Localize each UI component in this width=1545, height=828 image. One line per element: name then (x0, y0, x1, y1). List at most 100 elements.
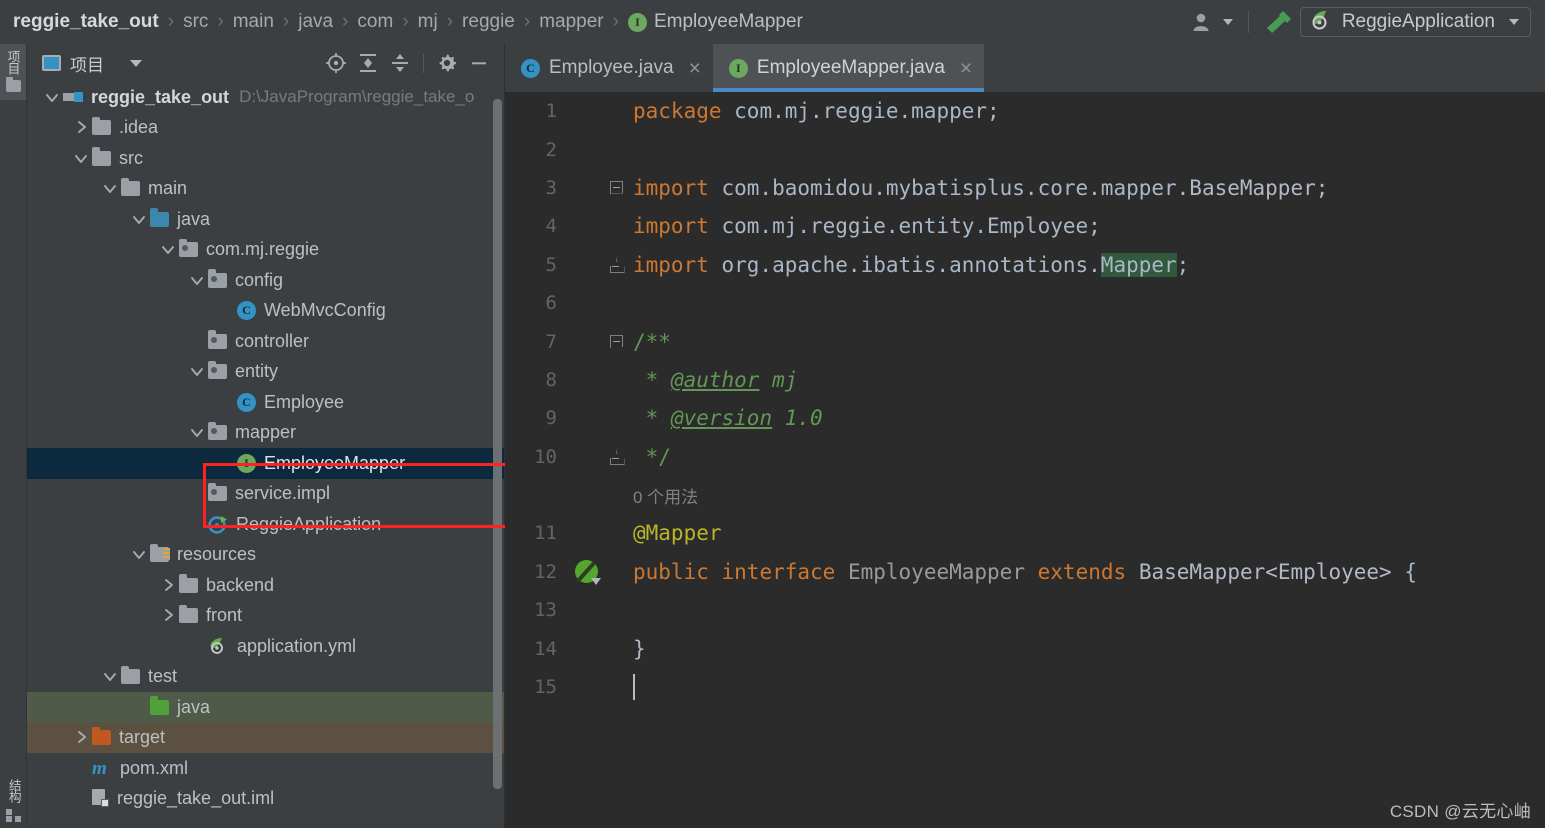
test-source-folder-icon (150, 696, 169, 715)
tree-node-reggieapplication[interactable]: ReggieApplication (27, 509, 505, 540)
breadcrumb-item-reggie-take-out[interactable]: reggie_take_out (13, 11, 159, 33)
locate-in-tree-icon[interactable] (320, 48, 352, 78)
tree-node-config[interactable]: config (27, 265, 505, 296)
people-icon[interactable] (1186, 7, 1239, 37)
tree-node-label: test (148, 666, 178, 687)
project-panel-scrollbar[interactable] (493, 99, 502, 789)
chevron-down-icon[interactable] (99, 180, 121, 197)
breadcrumb-item-mapper[interactable]: mapper (539, 11, 603, 33)
tool-strip-project-button[interactable]: 项目 (0, 44, 26, 100)
fold-gutter[interactable] (605, 258, 627, 272)
chevron-down-icon[interactable] (128, 546, 150, 563)
interface-icon: I (728, 58, 748, 78)
breadcrumb-item-mj[interactable]: mj (418, 11, 438, 33)
tree-node-reggie-take-out-iml[interactable]: reggie_take_out.iml (27, 784, 505, 815)
tree-node--idea[interactable]: .idea (27, 113, 505, 144)
project-panel-header: 项目 (27, 44, 505, 82)
fold-gutter[interactable] (605, 335, 627, 349)
close-icon[interactable]: × (960, 58, 972, 79)
project-tree[interactable]: reggie_take_out D:\JavaProgram\reggie_tak… (27, 82, 505, 828)
chevron-down-icon[interactable] (186, 424, 208, 441)
settings-gear-icon[interactable] (431, 48, 463, 78)
tree-node-test[interactable]: test (27, 662, 505, 693)
tree-node-pom-xml[interactable]: m pom.xml (27, 753, 505, 784)
chevron-right-icon[interactable] (70, 119, 92, 136)
tree-node-com-mj-reggie[interactable]: com.mj.reggie (27, 235, 505, 266)
fold-collapse-icon[interactable] (609, 335, 623, 349)
tree-node-src[interactable]: src (27, 143, 505, 174)
fold-gutter[interactable] (605, 450, 627, 464)
line-number: 4 (545, 215, 557, 238)
chevron-down-icon[interactable] (186, 363, 208, 380)
breadcrumb-item-java[interactable]: java (298, 11, 333, 33)
chevron-down-icon[interactable] (99, 668, 121, 685)
tree-node-employee[interactable]: C Employee (27, 387, 505, 418)
tree-node-backend[interactable]: backend (27, 570, 505, 601)
chevron-down-icon[interactable] (186, 272, 208, 289)
editor-tab-employee-java[interactable]: C Employee.java × (505, 44, 713, 92)
close-icon[interactable]: × (689, 58, 701, 79)
package-icon (208, 360, 227, 380)
tree-node-main[interactable]: main (27, 174, 505, 205)
code-token: interface (721, 559, 836, 584)
panel-splitter[interactable] (504, 44, 505, 828)
fold-end-icon[interactable] (610, 450, 623, 463)
editor-tab-label: EmployeeMapper.java (756, 57, 945, 78)
breadcrumb-separator: › (282, 11, 290, 32)
tree-node-label: service.impl (235, 483, 331, 504)
hide-panel-icon[interactable] (463, 48, 495, 78)
mybatis-mapper-icon[interactable] (567, 560, 605, 586)
fold-collapse-icon[interactable] (609, 181, 623, 195)
tree-node-application-yml[interactable]: application.yml (27, 631, 505, 662)
line-number: 14 (534, 637, 557, 660)
collapse-all-icon[interactable] (384, 48, 416, 78)
tree-node-controller[interactable]: controller (27, 326, 505, 357)
editor-tab-employeemapper-java[interactable]: I EmployeeMapper.java × (712, 44, 985, 92)
usages-count-label[interactable]: 0 个用法 (633, 488, 698, 507)
tree-node-mapper[interactable]: mapper (27, 418, 505, 449)
line-number: 2 (545, 138, 557, 161)
chevron-down-icon[interactable] (128, 211, 150, 228)
tree-node-resources[interactable]: resources (27, 540, 505, 571)
breadcrumb-item-src[interactable]: src (183, 11, 208, 33)
code-line-row: 9 * @version 1.0 (505, 399, 1545, 437)
tree-node-webmvcconfig[interactable]: C WebMvcConfig (27, 296, 505, 327)
code-token: @Mapper (633, 521, 722, 546)
tree-node-reggie-take-out[interactable]: reggie_take_out D:\JavaProgram\reggie_tak… (27, 82, 505, 113)
fold-gutter[interactable] (605, 181, 627, 195)
code-editor[interactable]: 1 package com.mj.reggie.mapper; 2 3 import c… (505, 92, 1545, 828)
tree-node-service-impl[interactable]: service.impl (27, 479, 505, 510)
chevron-down-icon[interactable] (157, 241, 179, 258)
breadcrumb-item-com[interactable]: com (357, 11, 393, 33)
expand-all-icon[interactable] (352, 48, 384, 78)
chevron-right-icon[interactable] (157, 577, 179, 594)
tree-node-label: ReggieApplication (236, 513, 382, 534)
chevron-right-icon[interactable] (70, 729, 92, 746)
project-view-icon (42, 55, 61, 71)
chevron-down-icon[interactable] (70, 150, 92, 167)
code-line-row: 4 import com.mj.reggie.entity.Employee; (505, 207, 1545, 245)
tree-node-employeemapper[interactable]: I EmployeeMapper (27, 448, 505, 479)
tree-node-label: reggie_take_out (91, 86, 230, 107)
code-token: import (633, 175, 709, 200)
code-line-row: 11 @Mapper (505, 514, 1545, 552)
run-configuration-selector[interactable]: ReggieApplication (1299, 7, 1531, 37)
breadcrumb-item-employeemapper[interactable]: I EmployeeMapper (627, 11, 803, 33)
structure-icon (5, 809, 22, 822)
fold-end-icon[interactable] (610, 258, 623, 271)
tool-strip-structure-button[interactable]: 结构 (0, 779, 27, 822)
code-line-row: 5 import org.apache.ibatis.annotations.Ma… (505, 246, 1545, 284)
tree-node-java[interactable]: java (27, 204, 505, 235)
tree-node-entity[interactable]: entity (27, 357, 505, 388)
hammer-build-icon[interactable] (1258, 7, 1300, 37)
project-view-selector[interactable]: 项目 (42, 51, 142, 76)
tree-node-front[interactable]: front (27, 601, 505, 632)
tree-node-java[interactable]: java (27, 692, 505, 723)
chevron-right-icon[interactable] (157, 607, 179, 624)
code-token: } (633, 636, 646, 661)
breadcrumb-item-main[interactable]: main (233, 11, 274, 33)
chevron-down-icon[interactable] (41, 89, 63, 106)
tree-node-target[interactable]: target (27, 722, 505, 753)
breadcrumb-item-reggie[interactable]: reggie (462, 11, 515, 33)
